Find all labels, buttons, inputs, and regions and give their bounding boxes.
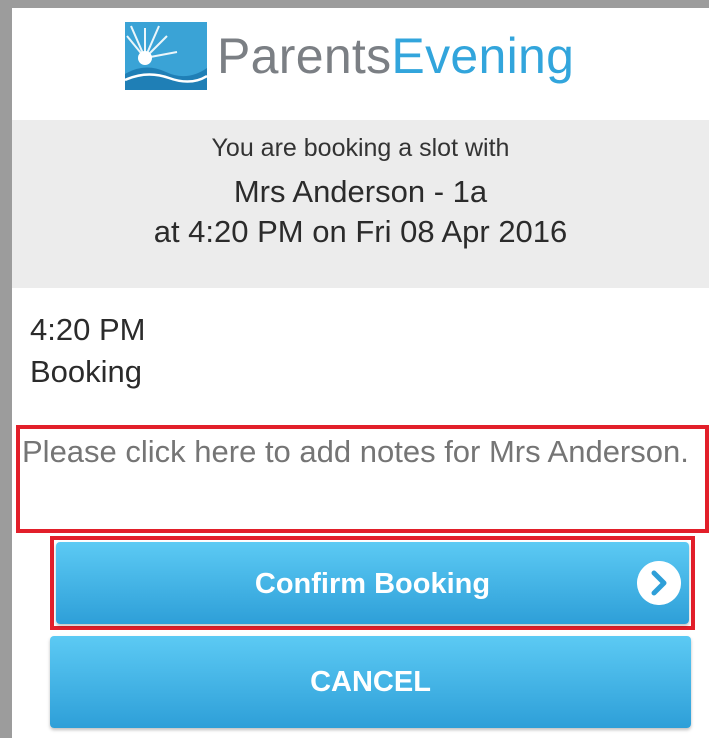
logo-word-evening: Evening: [391, 28, 575, 84]
app-header: ParentsEvening: [12, 8, 709, 120]
cancel-button[interactable]: CANCEL: [50, 636, 691, 728]
confirm-booking-label: Confirm Booking: [254, 568, 491, 600]
app-logo-text: ParentsEvening: [217, 28, 574, 84]
booking-datetime: at 4:20 PM on Fri 08 Apr 2016: [153, 214, 568, 249]
teacher-name: Mrs Anderson - 1a: [233, 174, 488, 209]
confirm-booking-button[interactable]: Confirm Booking: [56, 542, 689, 624]
window-frame-left: [0, 0, 12, 738]
slot-status: Booking: [30, 354, 143, 389]
booking-summary: You are booking a slot with Mrs Anderson…: [12, 120, 709, 288]
booking-notes-input[interactable]: [18, 429, 698, 527]
parents-evening-logo-icon: [125, 22, 207, 90]
booking-screen: ParentsEvening You are booking a slot wi…: [12, 8, 709, 738]
slot-card: 4:20 PM Booking: [24, 294, 709, 406]
chevron-right-icon: [637, 561, 681, 605]
cancel-label: CANCEL: [310, 666, 431, 698]
window-frame-top: [0, 0, 709, 8]
slot-time: 4:20 PM: [30, 312, 146, 347]
booking-intro-text: You are booking a slot with: [211, 134, 510, 162]
logo-word-parents: Parents: [217, 28, 392, 84]
